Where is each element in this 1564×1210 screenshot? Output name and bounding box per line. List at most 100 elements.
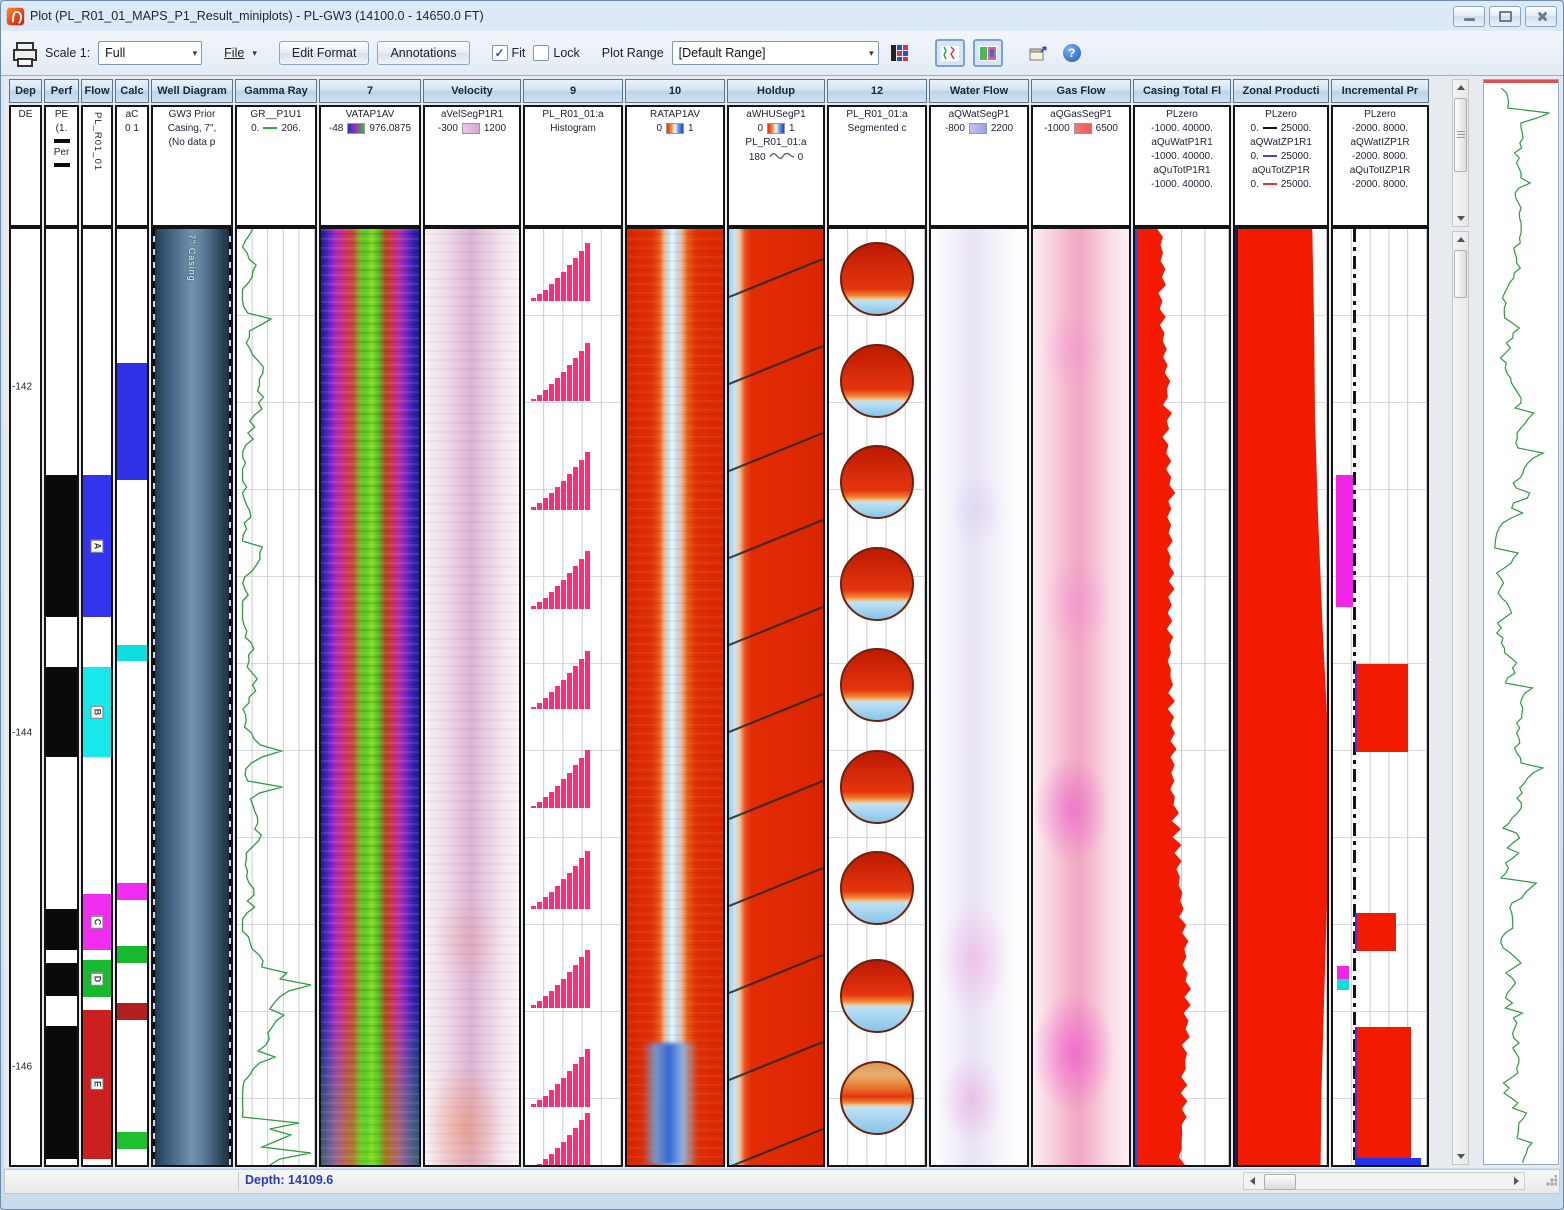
track-t7-header[interactable]: VATAP1AV-48976.0875 xyxy=(319,105,421,227)
scroll-down-button[interactable] xyxy=(1453,211,1468,226)
track-t10-body[interactable] xyxy=(625,227,725,1167)
track-t12-title[interactable]: 12 xyxy=(827,79,927,103)
help-button[interactable]: ? xyxy=(1059,41,1085,65)
track-waterflow-body[interactable] xyxy=(929,227,1029,1167)
track-calc-header[interactable]: aC0 1 xyxy=(115,105,149,227)
plot-scrollbar-thumb[interactable] xyxy=(1454,250,1467,298)
annotations-button[interactable]: Annotations xyxy=(377,41,469,65)
maximize-button[interactable] xyxy=(1489,6,1521,27)
horizontal-scrollbar[interactable] xyxy=(1243,1172,1525,1190)
export-button[interactable] xyxy=(1025,41,1051,65)
histogram-bar xyxy=(579,559,584,609)
file-menu[interactable]: File xyxy=(224,46,244,60)
arrow-down-icon xyxy=(1457,1154,1465,1159)
track-holdup-header[interactable]: aWHUSegP101PL_R01_01:a1800 xyxy=(727,105,825,227)
track-t12-header[interactable]: PL_R01_01:aSegmented c xyxy=(827,105,927,227)
casing-label: 7" Casing xyxy=(187,234,197,282)
calc-bar xyxy=(117,363,147,480)
track-dep-body[interactable]: -142-144-146 xyxy=(9,227,42,1167)
track-t9: 9PL_R01_01:aHistogram xyxy=(523,79,623,1167)
track-t10-header[interactable]: RATAP1AV01 xyxy=(625,105,725,227)
fit-checkbox[interactable]: ✓Fit xyxy=(492,45,526,61)
plot-scrollbar[interactable] xyxy=(1452,231,1469,1165)
track-velocity-body[interactable] xyxy=(423,227,521,1167)
file-menu-arrow[interactable]: ▾ xyxy=(252,48,257,59)
histogram-bar xyxy=(573,467,578,510)
track-gammaray-header[interactable]: GR__P1U10.206. xyxy=(235,105,317,227)
blue-band-overlay xyxy=(627,1043,723,1165)
track-casingtotal-header[interactable]: PLzero-1000. 40000.aQuWatP1R1-1000. 4000… xyxy=(1133,105,1231,227)
track-gammaray-body[interactable] xyxy=(235,227,317,1167)
track-calc-body[interactable] xyxy=(115,227,149,1167)
title-bar[interactable]: Plot (PL_R01_01_MAPS_P1_Result_miniplots… xyxy=(1,1,1563,31)
track-t9-title[interactable]: 9 xyxy=(523,79,623,103)
view-curves-button[interactable] xyxy=(935,39,965,67)
track-zonal-header[interactable]: PLzero0.25000.aQWatZP1R10.25000.aQuTotZP… xyxy=(1233,105,1329,227)
track-welldiagram-body[interactable]: 7" Casing xyxy=(151,227,233,1167)
scroll-right-button[interactable] xyxy=(1508,1173,1524,1189)
track-welldiagram-header[interactable]: GW3 PriorCasing, 7",(No data p xyxy=(151,105,233,227)
scroll-up-button[interactable] xyxy=(1453,232,1468,247)
track-t7-title[interactable]: 7 xyxy=(319,79,421,103)
resize-grip[interactable] xyxy=(1545,1175,1557,1187)
track-zonal-title[interactable]: Zonal Producti xyxy=(1233,79,1329,103)
track-t9-header[interactable]: PL_R01_01:aHistogram xyxy=(523,105,623,227)
track-flow-title[interactable]: Flow xyxy=(81,79,113,103)
track-casingtotal-body[interactable] xyxy=(1133,227,1231,1167)
histogram-bar xyxy=(549,692,554,709)
track-perf-header[interactable]: PE(1.Per xyxy=(44,105,79,227)
horizontal-scrollbar-thumb[interactable] xyxy=(1264,1174,1296,1190)
track-waterflow-title[interactable]: Water Flow xyxy=(929,79,1029,103)
track-perf-title[interactable]: Perf xyxy=(44,79,79,103)
track-incremental-title[interactable]: Incremental Pr xyxy=(1331,79,1429,103)
well-overview-panel[interactable] xyxy=(1483,79,1559,1165)
track-perf-body[interactable] xyxy=(44,227,79,1167)
track-gammaray-title[interactable]: Gamma Ray xyxy=(235,79,317,103)
track-flow-body[interactable]: ABCDE xyxy=(81,227,113,1167)
track-holdup-body[interactable] xyxy=(727,227,825,1167)
header-scrollbar[interactable] xyxy=(1452,79,1469,227)
track-zonal-body[interactable] xyxy=(1233,227,1329,1167)
view-image-button[interactable] xyxy=(973,39,1003,67)
edit-format-button[interactable]: Edit Format xyxy=(279,41,370,65)
close-button[interactable] xyxy=(1525,6,1557,27)
scroll-down-button[interactable] xyxy=(1453,1149,1468,1164)
minimize-button[interactable] xyxy=(1453,6,1485,27)
track-casingtotal-title[interactable]: Casing Total Fl xyxy=(1133,79,1231,103)
track-gasflow-header[interactable]: aQGasSegP1-10006500 xyxy=(1031,105,1131,227)
color-grid-button[interactable] xyxy=(887,41,913,65)
zone-label: C xyxy=(91,915,104,928)
header-scrollbar-thumb[interactable] xyxy=(1454,98,1467,172)
track-incremental-header[interactable]: PLzero-2000. 8000.aQWatIZP1R-2000. 8000.… xyxy=(1331,105,1429,227)
track-gasflow-title[interactable]: Gas Flow xyxy=(1031,79,1131,103)
perf-bar-swatch xyxy=(54,163,70,167)
scroll-left-button[interactable] xyxy=(1244,1173,1260,1189)
track-dep-title[interactable]: Dep xyxy=(9,79,42,103)
plot-range-select[interactable]: [Default Range]▾ xyxy=(672,41,879,65)
track-incremental-body[interactable] xyxy=(1331,227,1429,1167)
print-button[interactable] xyxy=(11,40,37,66)
track-dep-header[interactable]: DE xyxy=(9,105,42,227)
track-velocity-title[interactable]: Velocity xyxy=(423,79,521,103)
track-welldiagram-title[interactable]: Well Diagram xyxy=(151,79,233,103)
track-velocity-header[interactable]: aVelSegP1R1-3001200 xyxy=(423,105,521,227)
histogram-bar xyxy=(579,858,584,908)
histogram-bar xyxy=(585,1113,590,1167)
track-waterflow-header[interactable]: aQWatSegP1-8002200 xyxy=(929,105,1029,227)
holdup-map-circle xyxy=(840,1061,914,1135)
scroll-up-button[interactable] xyxy=(1453,80,1468,95)
track-gasflow-body[interactable] xyxy=(1031,227,1131,1167)
heatmap-noise-overlay xyxy=(425,229,519,1165)
track-t12-body[interactable] xyxy=(827,227,927,1167)
track-waterflow: Water FlowaQWatSegP1-8002200 xyxy=(929,79,1029,1167)
track-t7-body[interactable] xyxy=(319,227,421,1167)
histogram-bar xyxy=(549,892,554,909)
track-t10-title[interactable]: 10 xyxy=(625,79,725,103)
track-calc-title[interactable]: Calc xyxy=(115,79,149,103)
lock-checkbox[interactable]: Lock xyxy=(533,45,579,61)
track-holdup-title[interactable]: Holdup xyxy=(727,79,825,103)
scale-select[interactable]: Full▾ xyxy=(98,41,202,65)
track-t9-body[interactable] xyxy=(523,227,623,1167)
track-flow-header[interactable]: PL_R01_01 xyxy=(81,105,113,227)
histogram-bar xyxy=(585,1049,590,1107)
